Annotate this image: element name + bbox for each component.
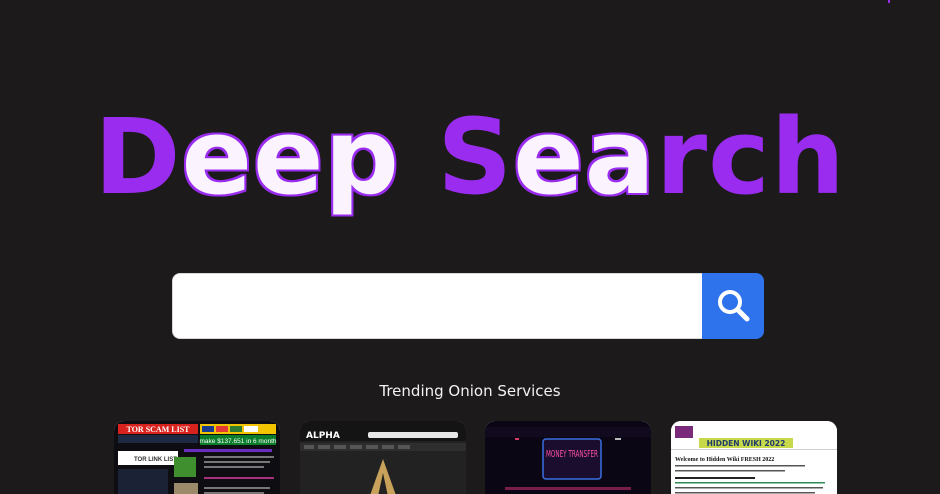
logo-letters-eep: eep [181,96,400,218]
logo-letters-rch: rch [655,96,846,218]
search-icon [715,287,751,326]
card4-title-text: Welcome to Hidden Wiki FRESH 2022 [675,457,774,463]
card3-banner-text: MONEY TRANSFER [546,449,598,460]
card1-sub-text: TOR LINK LIST [134,457,177,463]
page: Deep Search Trending Onion Services TOR … [0,0,940,494]
card1-banner-text: TOR SCAM LIST [127,425,191,434]
logo-letter-s: S [437,96,514,218]
logo-letters-ea: ea [513,96,656,218]
logo-letter-d: D [94,96,182,218]
card1-promo-text: make $137.651 in 6 month [200,438,277,445]
card-alpha-market[interactable]: ALPHA [300,421,466,494]
card-money-transfer[interactable]: MONEY TRANSFER [485,421,651,494]
card-tor-scam-list[interactable]: TOR SCAM LIST make $137.651 in 6 month T… [114,421,280,494]
corner-mark [888,0,890,3]
site-logo: Deep Search [0,92,940,222]
search-button[interactable] [702,273,764,339]
trending-cards: TOR SCAM LIST make $137.651 in 6 month T… [114,421,840,494]
search-bar [172,273,764,339]
trending-heading: Trending Onion Services [379,382,561,400]
card4-banner-text: HIDDEN WIKI 2022 [707,439,786,448]
search-input[interactable] [172,273,702,339]
card-hidden-wiki[interactable]: HIDDEN WIKI 2022 Welcome to Hidden Wiki … [671,421,837,494]
card2-banner-text: ALPHA [306,431,340,441]
